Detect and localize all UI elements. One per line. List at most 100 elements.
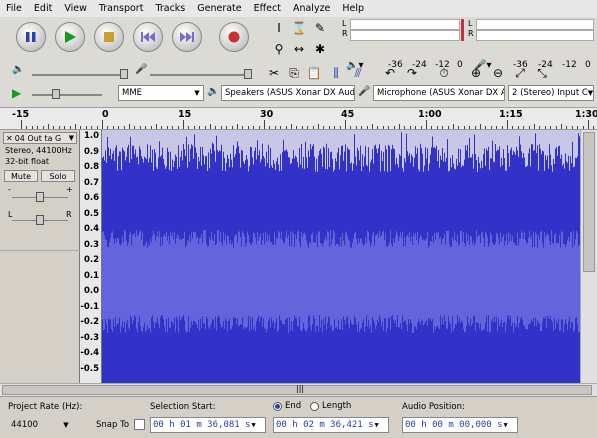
play-meter-left[interactable] — [350, 19, 460, 30]
cut-icon[interactable]: ✂ — [266, 65, 282, 81]
ruler-tick — [571, 126, 573, 129]
ruler-tick — [539, 126, 541, 129]
zoom-out-icon[interactable]: ⊖ — [490, 65, 506, 81]
selection-start-field[interactable]: 00 h 01 m 36,081 s ▼ — [150, 417, 266, 433]
play-speed-thumb[interactable] — [52, 89, 60, 99]
ruler-tick — [183, 120, 184, 129]
ruler-tick — [393, 126, 395, 129]
play-at-speed-icon[interactable]: ▶ — [12, 86, 21, 100]
output-volume-thumb[interactable] — [120, 69, 128, 79]
trim-icon[interactable]: ⫼ — [328, 65, 344, 81]
ruler-tick — [442, 126, 444, 129]
amplitude-label: -0.3 — [80, 332, 99, 343]
play-speed-slider[interactable] — [32, 94, 102, 96]
input-device-select[interactable]: Microphone (ASUS Xonar DX A▼ — [373, 85, 505, 101]
menu-transport[interactable]: Transport — [99, 3, 144, 14]
menu-help[interactable]: Help — [342, 3, 364, 14]
skip-end-button[interactable] — [172, 22, 202, 52]
input-channels-select[interactable]: 2 (Stereo) Input C ▼ — [508, 85, 594, 101]
selection-toolbar: Project Rate (Hz): 44100 ▼ Snap To Select… — [0, 396, 597, 438]
amplitude-label: 0.8 — [83, 162, 99, 172]
solo-button[interactable]: Solo — [41, 170, 75, 182]
pan-thumb[interactable] — [36, 215, 44, 225]
output-volume-slider[interactable] — [32, 74, 128, 76]
draw-tool-icon[interactable]: ✎ — [312, 20, 328, 36]
copy-icon[interactable]: ⎘ — [286, 65, 302, 81]
rec-meter-right[interactable] — [476, 30, 594, 41]
zoom-tool-icon[interactable]: ⚲ — [271, 41, 287, 57]
audio-position-field[interactable]: 00 h 00 m 00,000 s ▼ — [402, 417, 518, 433]
input-volume-slider[interactable] — [150, 74, 246, 76]
snap-to-checkbox[interactable] — [134, 419, 145, 430]
ruler-tick — [172, 126, 174, 129]
snap-to-label: Snap To — [96, 420, 130, 430]
silence-icon[interactable]: ⫻ — [350, 65, 366, 81]
input-volume-thumb[interactable] — [244, 69, 252, 79]
ruler-tick — [134, 126, 136, 129]
pause-button[interactable] — [16, 22, 46, 52]
end-radio[interactable] — [273, 402, 282, 411]
multi-tool-icon[interactable]: ✱ — [312, 41, 328, 57]
mute-button[interactable]: Mute — [4, 170, 38, 182]
stop-button[interactable] — [94, 22, 124, 52]
ruler-label: 1:15 — [499, 109, 523, 120]
time-shift-tool-icon[interactable]: ↔ — [291, 41, 307, 57]
gain-thumb[interactable] — [36, 192, 44, 202]
undo-icon[interactable]: ↶ — [382, 65, 398, 81]
audio-host-select[interactable]: MME ▼ — [118, 85, 204, 101]
redo-icon[interactable]: ↷ — [404, 65, 420, 81]
horizontal-scroll-thumb[interactable]: ||| — [2, 384, 592, 395]
menu-file[interactable]: File — [6, 3, 22, 14]
record-icon — [228, 31, 240, 43]
envelope-tool-icon[interactable]: ⌛ — [291, 20, 307, 36]
play-meter-right-label: R — [342, 29, 348, 38]
ruler-tick — [544, 126, 546, 129]
amplitude-label: 0.9 — [83, 146, 99, 157]
menu-tracks[interactable]: Tracks — [155, 3, 185, 14]
track-name-menu[interactable]: ✕ 04 Out ta G ▼ — [3, 132, 77, 144]
skip-start-button[interactable] — [133, 22, 163, 52]
ruler-tick — [264, 120, 265, 129]
play-meter-right[interactable] — [350, 30, 460, 41]
ruler-tick — [566, 126, 568, 129]
rec-meter-left[interactable] — [476, 19, 594, 30]
project-rate-select[interactable]: 44100 ▼ — [8, 417, 72, 433]
play-button[interactable] — [55, 22, 85, 52]
vertical-scroll-thumb[interactable] — [583, 132, 595, 272]
ruler-tick — [582, 126, 584, 129]
waveform-svg — [102, 130, 580, 383]
timeline-ruler[interactable]: -15 0 15 30 45 1:00 1:15 1:30 — [0, 108, 597, 130]
vertical-scrollbar[interactable] — [580, 130, 597, 383]
waveform-display[interactable] — [102, 130, 580, 383]
fit-selection-icon[interactable]: ⤢ — [512, 65, 528, 81]
menu-generate[interactable]: Generate — [197, 3, 241, 14]
horizontal-scrollbar[interactable]: ||| — [0, 383, 597, 396]
sync-lock-icon[interactable]: ⏱ — [436, 65, 452, 81]
record-button[interactable] — [219, 22, 249, 52]
input-device-value: Microphone (ASUS Xonar DX A — [377, 88, 505, 98]
ruler-tick — [458, 126, 460, 129]
menu-view[interactable]: View — [64, 3, 87, 14]
menu-analyze[interactable]: Analyze — [293, 3, 330, 14]
amplitude-label: 0.0 — [83, 286, 99, 296]
ruler-tick — [75, 124, 76, 129]
ruler-tick — [415, 126, 417, 129]
output-device-select[interactable]: Speakers (ASUS Xonar DX Aud▼ — [221, 85, 355, 101]
menu-edit[interactable]: Edit — [34, 3, 52, 14]
ruler-tick — [463, 126, 465, 129]
audio-position-label: Audio Position: — [402, 402, 465, 412]
close-icon[interactable]: ✕ — [6, 134, 13, 143]
play-icon — [65, 31, 76, 43]
ruler-tick — [139, 126, 141, 129]
fit-project-icon[interactable]: ⤡ — [534, 65, 550, 81]
ruler-label: 30 — [260, 109, 274, 120]
selection-tool-icon[interactable]: I — [271, 20, 287, 36]
menu-effect[interactable]: Effect — [254, 3, 281, 14]
length-radio[interactable] — [310, 402, 319, 411]
track-bit-depth: 32-bit float — [5, 157, 50, 166]
selection-end-field[interactable]: 00 h 02 m 36,421 s ▼ — [273, 417, 389, 433]
zoom-in-icon[interactable]: ⊕ — [468, 65, 484, 81]
ruler-tick — [593, 126, 595, 129]
track-control-panel[interactable]: ✕ 04 Out ta G ▼ Stereo, 44100Hz 32-bit f… — [0, 130, 80, 383]
paste-icon[interactable]: 📋 — [306, 65, 322, 81]
